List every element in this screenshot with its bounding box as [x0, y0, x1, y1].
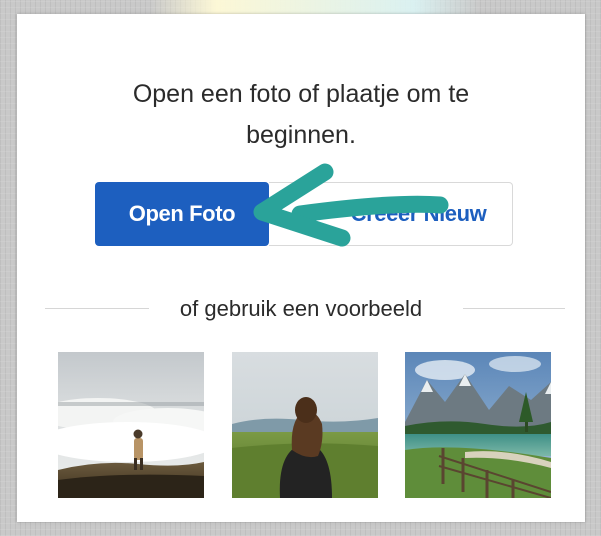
example-image-woman-meadow[interactable] — [232, 352, 378, 498]
example-image-mountain-fog[interactable] — [58, 352, 204, 498]
example-image-lake-fence[interactable] — [405, 352, 551, 498]
open-image-dialog: Open een foto of plaatje om te beginnen.… — [17, 14, 585, 522]
examples-label: of gebruik een voorbeeld — [179, 296, 423, 321]
prompt-line-1: Open een foto of plaatje om te — [132, 80, 470, 108]
create-new-button[interactable]: Creëer Nieuw — [269, 182, 513, 246]
prompt-text: Open een foto of plaatje om te beginnen. — [17, 74, 585, 156]
create-new-label: Creëer Nieuw — [350, 201, 487, 226]
background-glow — [150, 0, 480, 14]
prompt-line-2: beginnen. — [246, 121, 356, 149]
divider-right — [463, 308, 565, 309]
open-photo-label: Open Foto — [128, 201, 236, 226]
open-photo-button[interactable]: Open Foto — [95, 182, 269, 246]
